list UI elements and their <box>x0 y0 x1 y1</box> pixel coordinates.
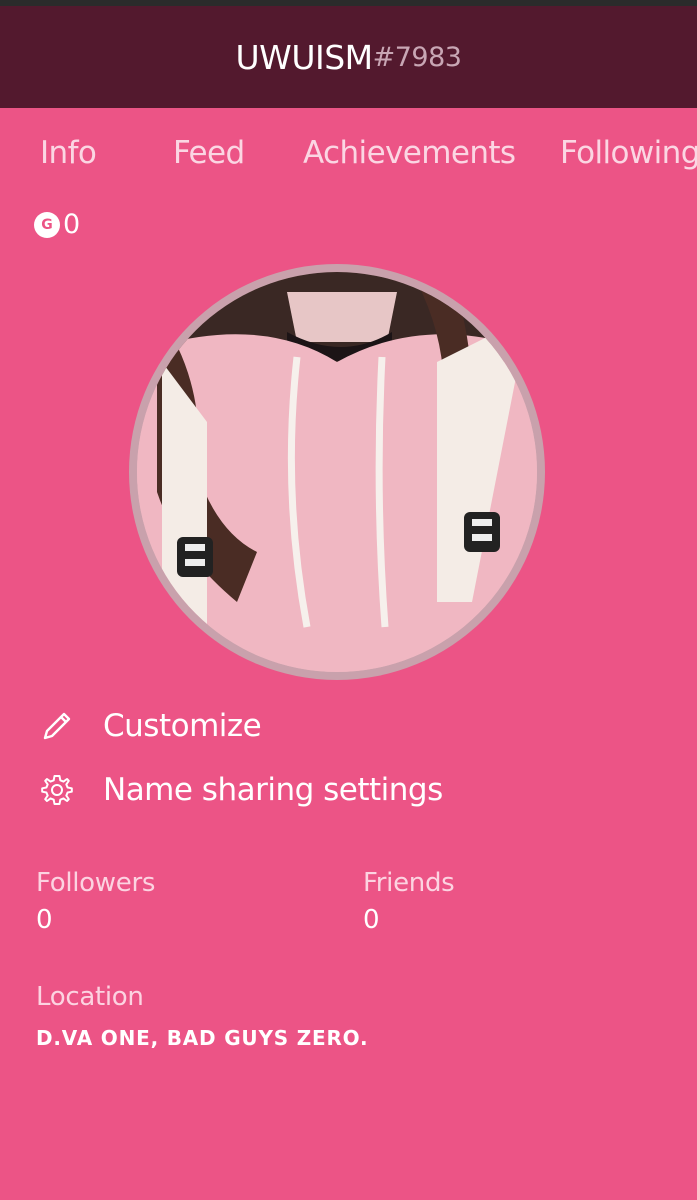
tab-info[interactable]: Info <box>40 135 97 171</box>
gamerscore-value: 0 <box>63 209 81 240</box>
profile-picture-icon <box>137 272 537 672</box>
avatar[interactable] <box>129 264 545 680</box>
friends-label[interactable]: Friends <box>363 868 455 898</box>
tab-following[interactable]: Following <box>560 135 697 171</box>
tab-achievements[interactable]: Achievements <box>303 135 516 171</box>
gear-icon <box>38 771 76 809</box>
gamertag-suffix: #7983 <box>372 41 462 73</box>
name-sharing-settings-label: Name sharing settings <box>103 772 443 808</box>
gamertag: UWUISM <box>235 37 374 77</box>
pencil-icon <box>38 707 76 745</box>
friends-count[interactable]: 0 <box>363 905 380 935</box>
tab-feed[interactable]: Feed <box>173 135 245 171</box>
profile-header: UWUISM #7983 <box>0 6 697 108</box>
gamerscore: G 0 <box>34 209 80 240</box>
gamerscore-icon: G <box>34 211 60 238</box>
location-label: Location <box>36 982 144 1012</box>
followers-label[interactable]: Followers <box>36 868 155 898</box>
customize-label: Customize <box>103 708 262 744</box>
followers-count[interactable]: 0 <box>36 905 53 935</box>
location-value: D.VA ONE, BAD GUYS ZERO. <box>36 1026 369 1050</box>
customize-button[interactable]: Customize <box>38 707 262 745</box>
profile-tabs: Info Feed Achievements Following <box>0 135 697 183</box>
name-sharing-settings-button[interactable]: Name sharing settings <box>38 771 443 809</box>
